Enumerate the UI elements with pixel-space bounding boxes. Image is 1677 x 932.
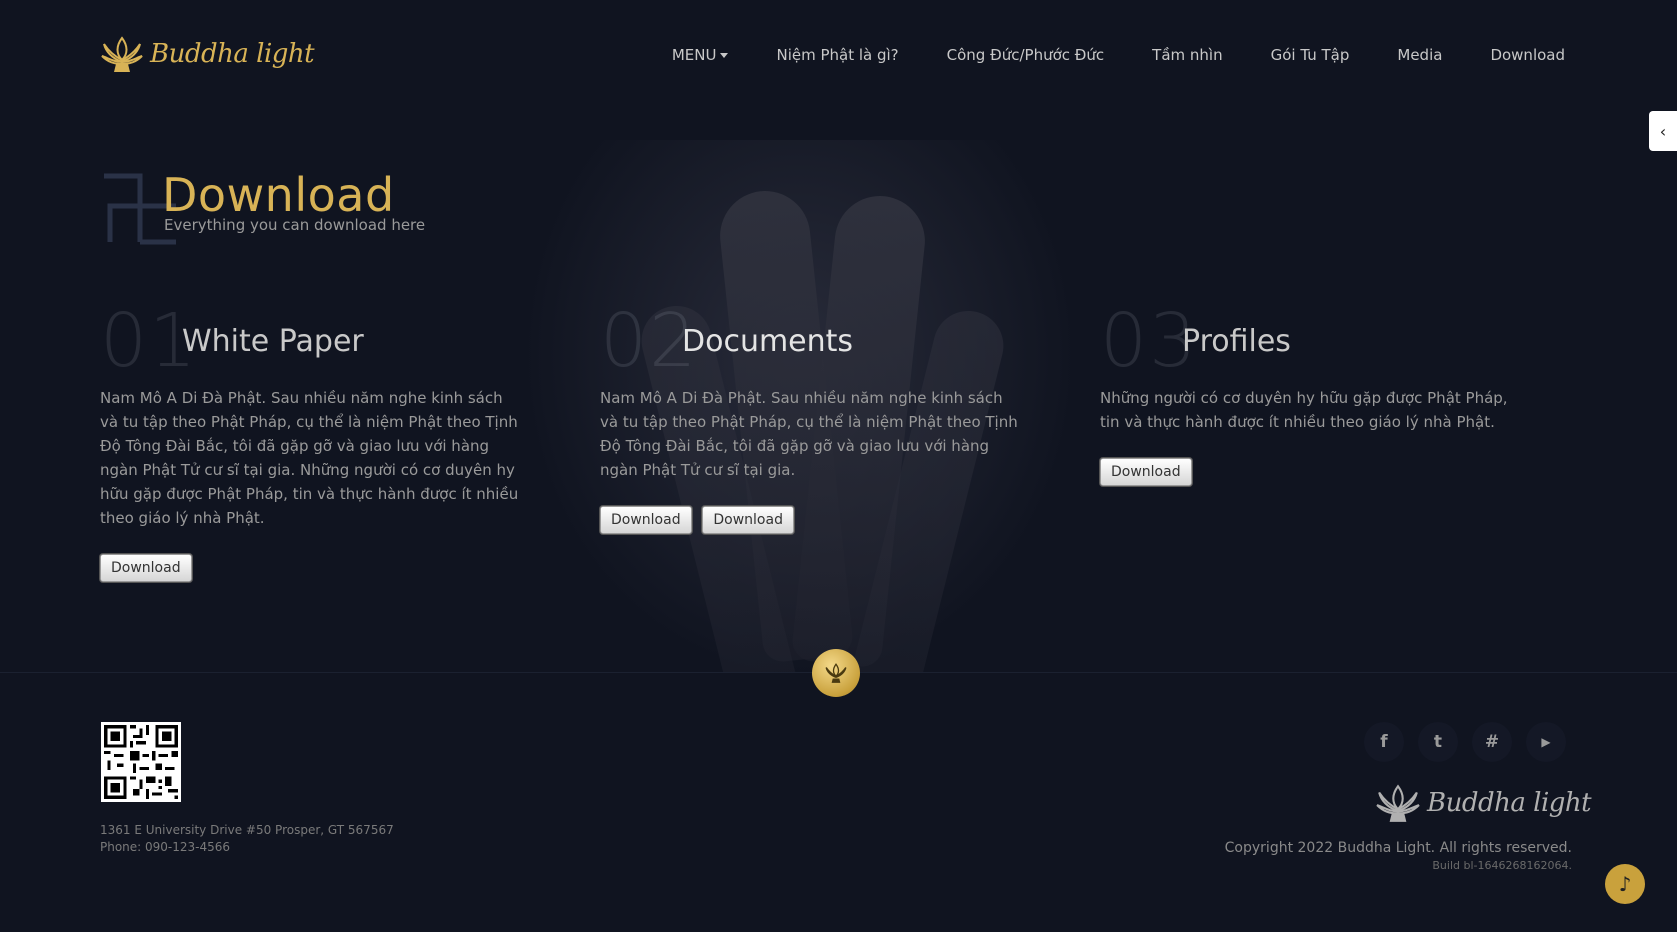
caret-down-icon: [720, 53, 729, 58]
build-id: Build bl-1646268162064.: [1432, 859, 1572, 872]
footer-phone: Phone: 090-123-4566: [100, 840, 231, 854]
section-paragraph: Nam Mô A Di Đà Phật. Sau nhiều năm nghe …: [100, 389, 519, 527]
page-subtitle: Everything you can download here: [164, 216, 426, 234]
logo-text: Buddha light: [150, 39, 315, 69]
download-button[interactable]: Download: [600, 506, 692, 534]
section-title: Profiles: [1182, 324, 1291, 359]
lotus-icon: [825, 663, 847, 683]
main-nav: MENU Niệm Phật là gì? Công Đức/Phước Đức…: [672, 46, 1565, 64]
youtube-icon[interactable]: ▶: [1526, 722, 1566, 762]
site-logo[interactable]: Buddha light: [100, 34, 315, 74]
nav-niem-phat[interactable]: Niệm Phật là gì?: [776, 46, 898, 64]
music-toggle-button[interactable]: ♪: [1605, 864, 1645, 904]
footer-logo-text: Buddha light: [1427, 788, 1592, 818]
nav-download[interactable]: Download: [1490, 46, 1565, 64]
twitter-icon[interactable]: t: [1418, 722, 1458, 762]
copyright-text: Copyright 2022 Buddha Light. All rights …: [1224, 840, 1572, 856]
nav-menu-label: MENU: [671, 46, 717, 64]
nav-menu[interactable]: MENU: [672, 46, 729, 64]
section-paragraph: Những người có cơ duyên hy hữu gặp được …: [1100, 389, 1508, 431]
footer-address-block: 1361 E University Drive #50 Prosper, GT …: [100, 822, 394, 856]
section-title: White Paper: [182, 324, 364, 359]
download-button[interactable]: Download: [702, 506, 794, 534]
download-button[interactable]: Download: [100, 554, 192, 582]
lotus-icon: [1376, 784, 1420, 822]
section-text: Những người có cơ duyên hy hữu gặp được …: [1100, 386, 1520, 486]
page-title: Download: [162, 168, 395, 222]
section-text: Nam Mô A Di Đà Phật. Sau nhiều năm nghe …: [100, 386, 520, 582]
nav-media[interactable]: Media: [1397, 46, 1442, 64]
lotus-icon: [101, 36, 143, 72]
music-note-icon: ♪: [1618, 872, 1632, 896]
lotus-badge: [812, 649, 860, 697]
nav-cong-duc[interactable]: Công Đức/Phước Đức: [947, 46, 1105, 64]
footer-address: 1361 E University Drive #50 Prosper, GT …: [100, 823, 394, 837]
qr-code: [101, 722, 181, 802]
section-paragraph: Nam Mô A Di Đà Phật. Sau nhiều năm nghe …: [600, 389, 1018, 479]
download-button[interactable]: Download: [1100, 458, 1192, 486]
facebook-icon[interactable]: f: [1364, 722, 1404, 762]
section-title: Documents: [682, 324, 854, 359]
section-text: Nam Mô A Di Đà Phật. Sau nhiều năm nghe …: [600, 386, 1020, 534]
site-header: Buddha light MENU Niệm Phật là gì? Công …: [0, 0, 1677, 110]
side-panel-toggle[interactable]: ‹: [1649, 111, 1677, 151]
nav-goi-tu-tap[interactable]: Gói Tu Tập: [1271, 46, 1350, 64]
nav-tam-nhin[interactable]: Tầm nhìn: [1152, 46, 1222, 64]
footer-logo[interactable]: Buddha light: [1375, 782, 1592, 824]
social-links: f t # ▶: [1364, 722, 1566, 762]
hashtag-icon[interactable]: #: [1472, 722, 1512, 762]
chevron-left-icon: ‹: [1659, 121, 1667, 141]
